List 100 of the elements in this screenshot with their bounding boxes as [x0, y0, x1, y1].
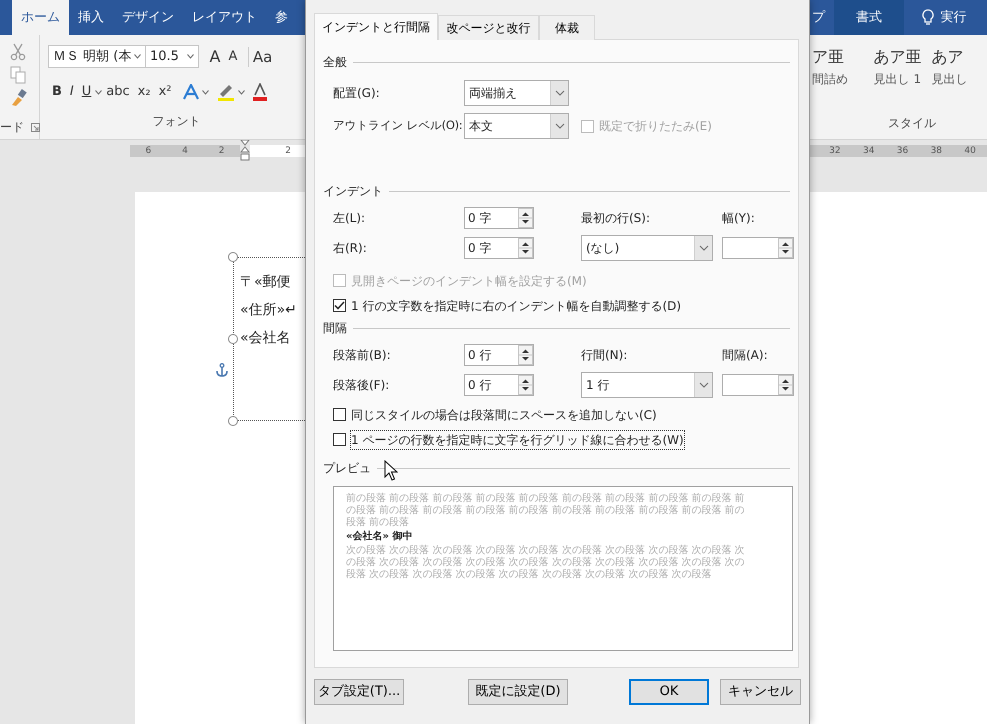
- document-text-line: 〒«郵便: [240, 273, 291, 292]
- checkbox-label: 見開きページのインデント幅を設定する(M): [351, 272, 587, 290]
- font-size-dropdown[interactable]: 10.5: [146, 45, 199, 68]
- document-text-line: «住所»↵: [240, 301, 297, 320]
- field-label: 幅(Y):: [722, 210, 756, 227]
- field-label: 最初の行(S):: [581, 210, 652, 227]
- spinner-arrows-icon[interactable]: [518, 375, 533, 395]
- style-gallery-item[interactable]: ア亜 間詰め: [810, 47, 872, 89]
- dialog-button[interactable]: 既定に設定(D): [468, 679, 568, 705]
- dropdown[interactable]: 1 行: [581, 372, 713, 398]
- section-heading: 全般: [323, 54, 347, 71]
- ribbon-tab[interactable]: ホーム: [12, 0, 69, 35]
- font-color-icon: [253, 83, 268, 101]
- dialog-button[interactable]: タブ設定(T)...: [314, 679, 404, 705]
- caret-icon: [202, 90, 209, 94]
- style-gallery-item[interactable]: あア 見出し: [929, 47, 987, 89]
- dialog-button[interactable]: OK: [629, 679, 709, 705]
- group-label: スタイル: [888, 115, 937, 132]
- spinner-arrows-icon[interactable]: [778, 375, 793, 395]
- format-button[interactable]: I: [66, 82, 78, 102]
- field-label: 左(L):: [333, 210, 366, 227]
- format-button[interactable]: x₂: [134, 82, 155, 102]
- brush-icon: [10, 89, 28, 107]
- dropdown[interactable]: (なし): [581, 235, 713, 261]
- checkbox[interactable]: [333, 433, 346, 446]
- ribbon-tab[interactable]: レイアウト: [183, 0, 266, 35]
- dialog-tab[interactable]: 体裁: [539, 15, 595, 40]
- format-button[interactable]: x²: [154, 82, 176, 102]
- font-name-dropdown[interactable]: ＭＳ 明朝 (本: [48, 45, 146, 68]
- preview-text: 前の段落 前の段落 前の段落 前の段落 前の段落 前の段落 前の段落 前の段落 前の段落 前: [346, 493, 745, 504]
- dialog-tab[interactable]: インデントと行間隔: [314, 13, 438, 40]
- section-heading: インデント: [323, 183, 383, 200]
- ruler-number: 6: [145, 145, 152, 157]
- section-heading: プレビュ: [323, 460, 371, 477]
- chevron-down-icon: [554, 123, 564, 129]
- checkbox-label: 既定で折りたたみ(E): [599, 118, 712, 135]
- preview-text: 段落 前の段落: [346, 517, 410, 529]
- spin-box[interactable]: 0 字: [464, 237, 534, 259]
- tell-me-button[interactable]: 実行: [904, 0, 976, 35]
- format-button[interactable]: abc: [102, 82, 134, 102]
- spinner-arrows-icon[interactable]: [518, 345, 533, 365]
- copy-button[interactable]: [8, 64, 28, 86]
- field-label: 段落後(F):: [333, 377, 390, 394]
- field-label: 右(R):: [333, 240, 368, 257]
- section-heading: 間隔: [323, 320, 347, 337]
- checkmark-icon: [334, 301, 345, 310]
- preview-text: の段落 次の段落 次の段落 次の段落 次の段落 次の段落 次の段落 次の段落 次の段落 次の: [346, 557, 745, 568]
- checkbox-label[interactable]: 1 ページの行数を指定時に文字を行グリッド線に合わせる(W): [351, 430, 684, 448]
- cut-button[interactable]: [8, 41, 28, 63]
- ruler-number: 36: [896, 145, 908, 157]
- ribbon-tab[interactable]: 挿入: [69, 0, 113, 35]
- spin-box[interactable]: 0 行: [464, 374, 534, 396]
- checkbox[interactable]: [333, 408, 346, 421]
- preview-text: 次の段落 次の段落 次の段落 次の段落 次の段落 次の段落 次の段落 次の段落 次の段落 次: [346, 545, 745, 556]
- caret-icon: [187, 54, 194, 59]
- spinner-arrows-icon[interactable]: [778, 238, 793, 258]
- preview-text: «会社名» 御中: [346, 531, 412, 543]
- lightbulb-icon: [922, 9, 934, 26]
- anchor-icon: [216, 363, 228, 377]
- dialog-button[interactable]: キャンセル: [720, 679, 801, 705]
- dropdown[interactable]: 本文: [464, 113, 569, 139]
- ribbon-tab[interactable]: 参: [266, 0, 297, 35]
- ruler-number: 2: [218, 145, 224, 157]
- copy-icon: [10, 66, 26, 84]
- dropdown[interactable]: 両端揃え: [464, 80, 569, 106]
- field-label: 段落前(B):: [333, 347, 392, 364]
- ruler-number: 32: [829, 145, 841, 157]
- ribbon-tab[interactable]: 書式: [834, 0, 904, 35]
- shrink-font-button[interactable]: A: [224, 46, 242, 66]
- caret-icon: [238, 90, 246, 94]
- format-button[interactable]: B: [48, 82, 66, 102]
- ruler-number: 34: [862, 145, 874, 157]
- field-label: アウトライン レベル(O):: [333, 117, 464, 134]
- format-button[interactable]: U: [78, 82, 96, 102]
- field-label: 配置(G):: [333, 85, 381, 102]
- spinner-arrows-icon[interactable]: [518, 238, 533, 258]
- ruler-number: 38: [930, 145, 942, 157]
- group-label: ード: [0, 119, 24, 136]
- outlined-letter-icon: [182, 84, 199, 100]
- spinner-arrows-icon[interactable]: [518, 208, 533, 228]
- checkbox[interactable]: [333, 299, 346, 312]
- dialog-tab[interactable]: 改ページと改行: [438, 15, 539, 40]
- spin-box[interactable]: 0 字: [464, 207, 534, 229]
- checkbox-label[interactable]: 1 行の文字数を指定時に右のインデント幅を自動調整する(D): [351, 296, 682, 314]
- group-label: フォント: [152, 113, 202, 130]
- highlighter-icon: [216, 83, 235, 101]
- field-label: 行間(N):: [581, 347, 628, 364]
- field-label: 間隔(A):: [722, 347, 769, 364]
- scissors-icon: [10, 43, 26, 61]
- checkbox-label[interactable]: 同じスタイルの場合は段落間にスペースを追加しない(C): [351, 406, 657, 424]
- change-case-button[interactable]: Aa: [248, 46, 276, 66]
- ribbon-tab[interactable]: プ: [810, 0, 834, 35]
- style-gallery-item[interactable]: あア亜 見出し 1: [872, 47, 930, 89]
- dialog-launcher-icon[interactable]: [30, 122, 40, 132]
- spin-box[interactable]: 0 行: [464, 344, 534, 366]
- ribbon-tab[interactable]: デザイン: [113, 0, 183, 35]
- grow-font-button[interactable]: A: [206, 46, 224, 66]
- indent-marker-icon[interactable]: [240, 140, 250, 162]
- ruler-number: 4: [182, 145, 188, 157]
- chevron-down-icon: [554, 90, 564, 96]
